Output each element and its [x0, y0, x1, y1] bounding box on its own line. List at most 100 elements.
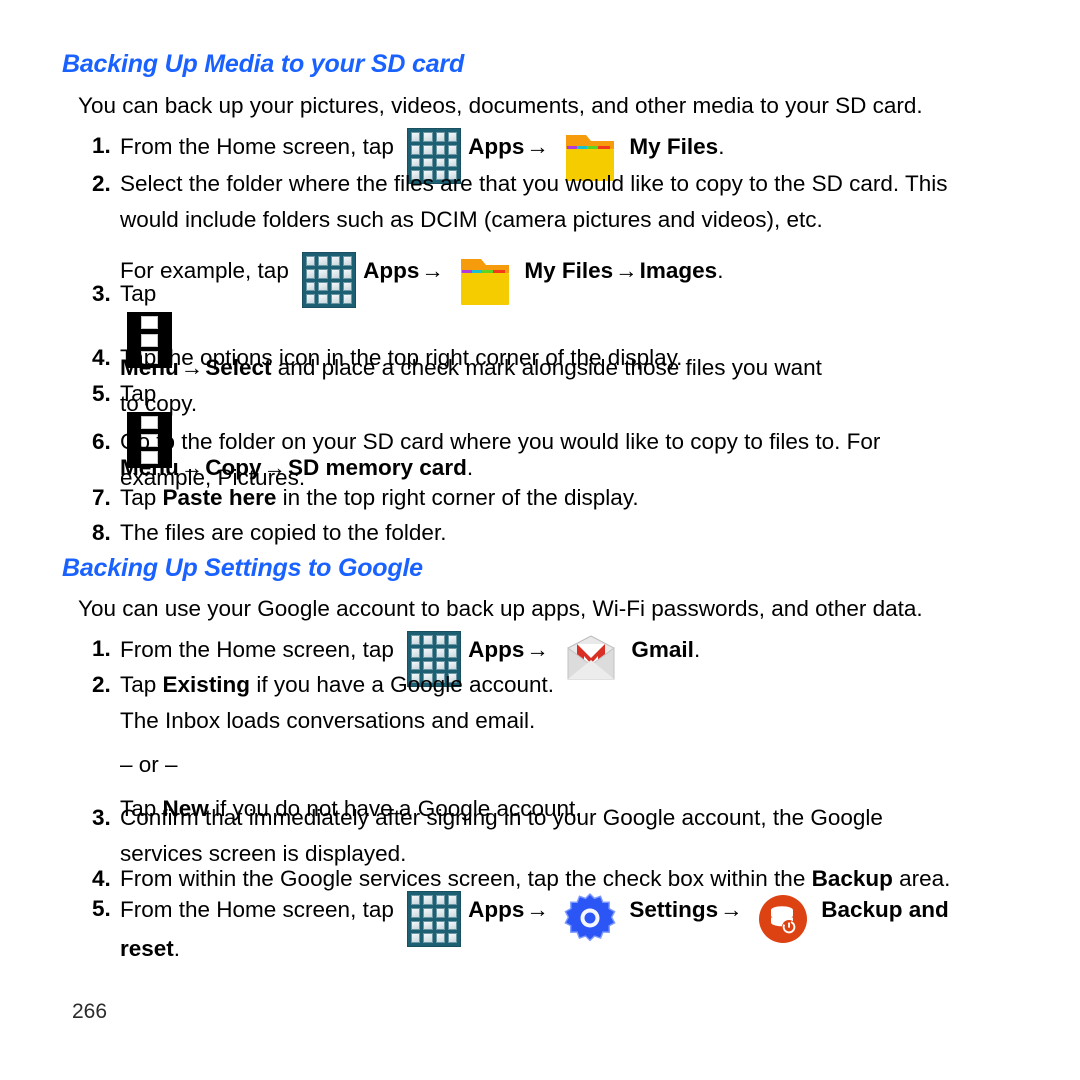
section-2-intro: You can use your Google account to back … [78, 591, 923, 627]
apps-cell [330, 256, 340, 266]
settings-gear-icon[interactable] [564, 892, 616, 945]
apps-cell [411, 920, 421, 931]
step-text-post: . [693, 636, 701, 662]
apps-cell [411, 144, 421, 155]
apps-cell [423, 635, 433, 645]
apps-cell [435, 895, 445, 905]
apps-cell [435, 933, 445, 943]
apps-cell [318, 256, 328, 266]
page-number: 266 [72, 1000, 108, 1023]
settings-label: Settings [629, 896, 719, 922]
step-line-or: – or – [120, 752, 178, 777]
paste-here-label: Paste here [162, 485, 277, 510]
step-media-8: 8. The files are copied to the folder. [90, 515, 1065, 551]
step-text-pre: From the Home screen, tap [120, 133, 394, 159]
arrow-glyph: → [526, 896, 549, 922]
step-text: Tap the options icon in the top right co… [120, 345, 683, 370]
step-number: 5. [92, 381, 111, 406]
step-text-pre: From the Home screen, tap [120, 896, 394, 922]
apps-cell [435, 647, 445, 658]
step-text-pre: Tap [120, 281, 157, 306]
my-files-label: My Files [629, 133, 719, 159]
step-text: Select the folder where the files are th… [120, 166, 1065, 308]
step-number: 3. [92, 805, 111, 830]
menu-dot [141, 316, 158, 330]
step-text-post: . [173, 936, 181, 961]
arrow-glyph: → [526, 133, 549, 159]
step-text-pre: From within the Google services screen, … [120, 866, 812, 891]
apps-cell [423, 647, 433, 658]
step-number: 5. [92, 896, 111, 921]
apps-cell [423, 144, 433, 155]
apps-cell [447, 895, 458, 905]
section-heading-google: Backing Up Settings to Google [62, 554, 423, 582]
step-media-4: 4. Tap the options icon in the top right… [90, 340, 1065, 376]
step-line-2: The Inbox loads conversations and email. [120, 708, 536, 733]
step-line-1: From the Home screen, tap Apps→ Settings… [120, 891, 1075, 947]
reset-label: reset [120, 936, 174, 961]
step-text: Tap Paste here in the top right corner o… [120, 480, 1065, 516]
section-1-intro: You can back up your pictures, videos, d… [78, 88, 923, 124]
backup-label: Backup [811, 866, 893, 891]
apps-cell [411, 647, 421, 658]
intro-paragraph-media: You can back up your pictures, videos, d… [78, 93, 923, 118]
apps-cell [423, 132, 433, 142]
step-number: 7. [92, 485, 111, 510]
apps-cell [447, 635, 458, 645]
step-text-pre: From the Home screen, tap [120, 636, 394, 662]
step-number: 2. [92, 171, 111, 196]
manual-page: Backing Up Media to your SD card You can… [0, 0, 1080, 1080]
apps-cell [447, 132, 458, 142]
step-media-7: 7. Tap Paste here in the top right corne… [90, 480, 1065, 516]
section-1: Backing Up Media to your SD card [62, 50, 464, 79]
apps-cell [342, 256, 353, 266]
apps-cell [411, 907, 421, 918]
backup-reset-icon[interactable] [758, 894, 808, 944]
apps-cell [411, 933, 421, 943]
step-text-mid: area. [892, 866, 951, 891]
step-text-mid: in the top right corner of the display. [276, 485, 639, 510]
step-google-1: 1. From the Home screen, tap Apps→ Gmail… [90, 631, 1065, 687]
section-2: Backing Up Settings to Google [62, 554, 423, 583]
apps-cell [423, 895, 433, 905]
step-line-2: would include folders such as DCIM (came… [120, 207, 823, 232]
arrow-glyph: → [720, 896, 743, 922]
step-google-5: 5. From the Home screen, tap Apps→ Setti… [90, 891, 1075, 967]
apps-cell [411, 635, 421, 645]
apps-cell [447, 647, 458, 658]
step-number: 8. [92, 520, 111, 545]
apps-label: Apps [468, 636, 525, 662]
apps-cell [435, 144, 445, 155]
apps-cell [447, 907, 458, 918]
step-line-1: Select the folder where the files are th… [120, 171, 948, 196]
apps-cell [447, 144, 458, 155]
existing-label: Existing [162, 672, 251, 697]
step-number: 6. [92, 429, 111, 454]
apps-cell [435, 907, 445, 918]
apps-cell [423, 907, 433, 918]
step-text-mid: if you have a Google account. [250, 672, 555, 697]
apps-label: Apps [468, 133, 525, 159]
step-text-pre: Tap [120, 672, 163, 697]
step-number: 2. [92, 672, 111, 697]
step-text-pre: Tap [120, 381, 157, 406]
step-number: 1. [92, 133, 111, 158]
step-media-1: 1. From the Home screen, tap Apps→ My Fi… [90, 128, 1050, 184]
section-heading-media: Backing Up Media to your SD card [62, 50, 465, 78]
apps-cell [423, 920, 433, 931]
step-media-2: 2. Select the folder where the files are… [90, 166, 1065, 308]
apps-cell [447, 920, 458, 931]
step-line-1: Go to the folder on your SD card where y… [120, 429, 881, 454]
step-line-1: Tap Existing if you have a Google accoun… [120, 667, 1065, 703]
step-text: From the Home screen, tap Apps→ Gmail. [120, 631, 1065, 687]
step-text-pre: Tap [120, 485, 163, 510]
apps-cell [411, 895, 421, 905]
gmail-label: Gmail [631, 636, 694, 662]
step-number: 1. [92, 636, 111, 661]
apps-cell [435, 635, 445, 645]
step-number: 3. [92, 281, 111, 306]
step-line-1: Confirm that immediately after signing i… [120, 805, 883, 830]
apps-grid-icon[interactable] [407, 891, 462, 947]
apps-cell [306, 256, 316, 266]
apps-cell [435, 920, 445, 931]
